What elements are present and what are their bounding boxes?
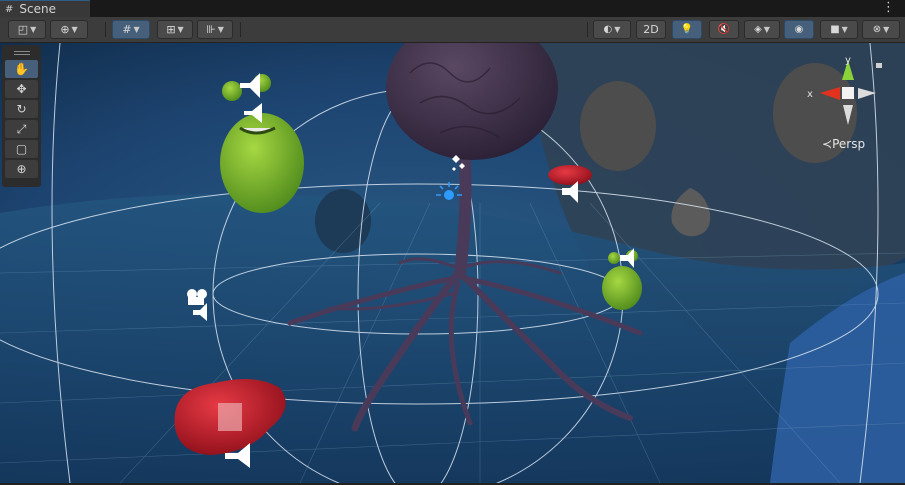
wall-hole	[315, 189, 371, 253]
lighting-toggle-button[interactable]: 💡	[672, 20, 702, 39]
tools-grip-icon[interactable]	[2, 48, 41, 58]
gizmo-lock-icon[interactable]	[876, 63, 882, 68]
ruler-button[interactable]: ⊪ ▼	[197, 20, 233, 39]
projection-toggle[interactable]: ≺Persp	[822, 137, 865, 151]
hand-icon: ✋	[14, 62, 29, 76]
transform-icon: ⊕	[16, 162, 27, 176]
lightbulb-icon: 💡	[680, 24, 694, 35]
scale-icon: ⤢	[16, 121, 27, 136]
visibility-toggle-button[interactable]: ◉	[784, 20, 814, 39]
camera-icon: ■	[830, 24, 840, 35]
move-tool[interactable]: ✥	[5, 80, 38, 98]
tools-overlay: ✋ ✥ ↻ ⤢ ▢ ⊕	[2, 45, 41, 187]
speaker-mute-icon: 🔇	[717, 24, 731, 35]
speaker-icon-faded	[218, 403, 242, 431]
rotate-tool[interactable]: ↻	[5, 100, 38, 118]
chevron-down-icon: ▼	[883, 25, 890, 34]
eye-hidden-icon: ◉	[794, 24, 804, 35]
chevron-down-icon: ▼	[217, 25, 224, 34]
toolbar-separator	[105, 22, 106, 37]
snap-increment-button[interactable]: ⊞ ▼	[157, 20, 193, 39]
chevron-down-icon: ▼	[841, 25, 848, 34]
sphere-icon: ◐	[603, 24, 613, 35]
red-blob-small	[548, 165, 592, 185]
chevron-down-icon: ▼	[763, 25, 770, 34]
tab-scene[interactable]: # Scene	[0, 0, 90, 17]
scene-viewport[interactable]: y x	[0, 43, 905, 483]
axis-x-label: x	[807, 89, 813, 100]
tab-scene-label: Scene	[19, 2, 56, 16]
audio-toggle-button[interactable]: 🔇	[709, 20, 739, 39]
grid-icon: #	[122, 23, 132, 36]
toggle-2d-button[interactable]: 2D	[636, 20, 666, 39]
ruler-icon: ⊪	[206, 23, 216, 36]
draw-mode-button[interactable]: ◰ ▼	[8, 20, 46, 39]
view-tool[interactable]: ✋	[5, 60, 38, 78]
rect-tool[interactable]: ▢	[5, 140, 38, 158]
layers-icon: ◈	[754, 24, 762, 35]
window-menu-icon[interactable]: ⋮	[882, 0, 895, 17]
toggle-2d-button-label: 2D	[643, 23, 659, 36]
scale-tool[interactable]: ⤢	[5, 120, 38, 138]
toolbar-separator	[240, 22, 241, 37]
grid-snap-button[interactable]: # ▼	[112, 20, 150, 39]
scene-toolbar: ◰ ▼ ⊕ ▼ # ▼ ⊞ ▼ ⊪ ▼ ◐ ▼ 2D 💡 🔇 ◈ ▼ ◉ ■ ▼ ⊗ ▼	[0, 17, 905, 43]
globe-icon: ⊕	[60, 23, 70, 36]
shading-mode-button[interactable]: ◐ ▼	[593, 20, 631, 39]
scene-render	[0, 43, 905, 483]
scene-tab-icon: #	[5, 3, 14, 15]
chevron-down-icon: ▼	[614, 25, 621, 34]
gizmos-button[interactable]: ⊗ ▼	[862, 20, 900, 39]
snap-icon: ⊞	[166, 23, 176, 36]
global-pivot-button[interactable]: ⊕ ▼	[50, 20, 88, 39]
tab-bar: # Scene ⋮	[0, 0, 905, 17]
toolbar-separator	[587, 22, 588, 37]
gizmo-center-cube	[842, 87, 854, 99]
gizmo-icon: ⊗	[872, 24, 882, 35]
chevron-down-icon: ▼	[30, 25, 37, 34]
axis-y-label: y	[845, 55, 851, 66]
effects-button[interactable]: ◈ ▼	[744, 20, 780, 39]
move-arrows-icon: ✥	[16, 82, 27, 96]
chevron-down-icon: ▼	[177, 25, 184, 34]
rect-icon: ▢	[15, 142, 28, 156]
camera-button[interactable]: ■ ▼	[820, 20, 858, 39]
rotate-icon: ↻	[16, 102, 27, 116]
chevron-down-icon: ▼	[133, 25, 140, 34]
skull-eye-left	[580, 81, 656, 171]
chevron-down-icon: ▼	[71, 25, 78, 34]
transform-tool[interactable]: ⊕	[5, 160, 38, 178]
shaded-icon: ◰	[17, 23, 29, 36]
projection-label: Persp	[832, 137, 866, 151]
orientation-gizmo[interactable]	[762, 43, 876, 135]
persp-chevron-icon: ≺	[822, 137, 833, 151]
